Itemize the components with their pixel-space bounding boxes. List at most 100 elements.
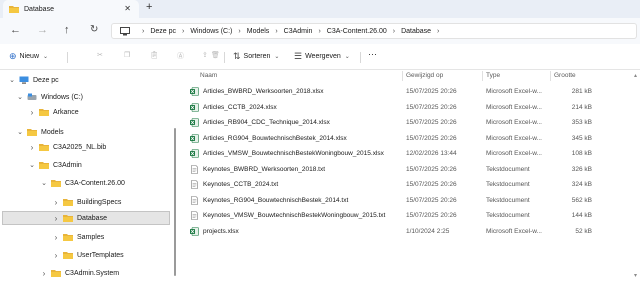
column-header-date[interactable]: Gewijzigd op: [406, 72, 443, 79]
column-header-name[interactable]: Naam: [200, 72, 217, 79]
file-type: Microsoft Excel-w...: [486, 119, 542, 126]
more-options-button[interactable]: ···: [368, 49, 377, 59]
file-row[interactable]: Articles_BWBRD_Werksoorten_2018.xlsx 15/0…: [186, 85, 626, 98]
nav-item[interactable]: › Arkance: [28, 105, 79, 119]
chevron-down-icon[interactable]: ⌄: [40, 179, 48, 187]
breadcrumb-deze-pc[interactable]: Deze pc: [150, 28, 176, 35]
new-button[interactable]: ⊕ Nieuw ⌄: [9, 51, 48, 62]
file-list-scrollbar[interactable]: [634, 74, 637, 277]
file-row[interactable]: Keynotes_RG904_BouwtechnischBestek_2014.…: [186, 194, 626, 207]
chevron-right-icon: ›: [437, 27, 440, 35]
nav-item[interactable]: › Samples: [52, 230, 105, 244]
nav-item[interactable]: › C3A2025_NL.bib: [28, 140, 107, 154]
close-icon[interactable]: ✕: [124, 4, 131, 13]
folder-icon: [27, 129, 37, 136]
chevron-down-icon[interactable]: ⌄: [8, 76, 16, 84]
view-button[interactable]: ☰ Weergeven ⌄: [294, 51, 350, 62]
nav-item[interactable]: ⌄ Deze pc: [8, 73, 59, 87]
breadcrumb-c3a-content[interactable]: C3A-Content.26.00: [327, 28, 387, 35]
column-header-size[interactable]: Grootte: [554, 72, 576, 79]
nav-item[interactable]: ⌄ C3Admin: [28, 158, 82, 172]
up-button[interactable]: ↑: [64, 24, 70, 36]
chevron-right-icon[interactable]: ›: [52, 198, 60, 207]
file-row[interactable]: Keynotes_CCTB_2024.txt 15/07/2025 20:26 Te…: [186, 178, 626, 191]
chevron-right-icon[interactable]: ›: [40, 269, 48, 278]
tab-database[interactable]: Database ✕: [3, 0, 139, 18]
nav-item[interactable]: › Database: [2, 211, 170, 225]
file-size: 345 kB: [571, 134, 592, 142]
nav-scrollbar[interactable]: [174, 128, 176, 276]
back-button[interactable]: ←: [10, 24, 21, 36]
folder-icon: [51, 180, 61, 187]
file-row[interactable]: projects.xlsx 1/10/2024 2:25 Microsoft Exc…: [186, 225, 626, 238]
breadcrumb-models[interactable]: Models: [247, 28, 270, 35]
file-row[interactable]: Keynotes_VMSW_BouwtechnischBestekWoningb…: [186, 209, 626, 222]
file-row[interactable]: Articles_CCTB_2024.xlsx 15/07/2025 20:26 M…: [186, 101, 626, 114]
chevron-down-icon[interactable]: ⌄: [16, 93, 24, 101]
file-name: Articles_RB904_CDC_Technique_2014.xlsx: [203, 119, 330, 126]
nav-item-label: C3Admin: [53, 161, 82, 169]
new-tab-button[interactable]: +: [146, 1, 152, 13]
column-header-type[interactable]: Type: [486, 72, 500, 79]
folder-icon: [39, 109, 49, 116]
chevron-right-icon[interactable]: ›: [52, 233, 60, 242]
paste-icon: 📋︎: [150, 52, 159, 59]
refresh-button[interactable]: ↻: [90, 24, 98, 35]
breadcrumb-windows[interactable]: Windows (C:): [190, 28, 232, 35]
nav-item[interactable]: › UserTemplates: [52, 248, 124, 262]
file-row[interactable]: Articles_RG904_BouwtechnischBestek_2014.…: [186, 132, 626, 145]
nav-item[interactable]: ⌄ Windows (C:): [16, 90, 83, 104]
file-modified-date: 15/07/2025 20:26: [406, 134, 457, 142]
chevron-right-icon: ›: [238, 27, 241, 35]
text-file-icon: [191, 195, 198, 205]
divider: [360, 52, 361, 63]
cut-button[interactable]: ✂: [97, 51, 103, 59]
chevron-down-icon[interactable]: ⌄: [16, 128, 24, 136]
copy-icon: ❐: [124, 52, 131, 59]
chevron-right-icon[interactable]: ›: [28, 143, 36, 152]
pc-icon: [19, 76, 29, 84]
chevron-down-icon[interactable]: ⌄: [28, 161, 36, 169]
nav-item[interactable]: › BuildingSpecs: [52, 195, 122, 209]
folder-icon: [63, 199, 73, 206]
view-list-icon: ☰: [294, 51, 303, 61]
nav-item-label: BuildingSpecs: [77, 198, 122, 206]
forward-button[interactable]: →: [37, 24, 48, 36]
nav-item-label: Database: [77, 214, 107, 222]
nav-item[interactable]: ⌄ Models: [16, 125, 64, 139]
file-row[interactable]: Articles_VMSW_BouwtechnischBestekWoningb…: [186, 147, 626, 160]
delete-button[interactable]: 🗑︎: [211, 51, 220, 59]
chevron-right-icon[interactable]: ›: [52, 251, 60, 260]
view-label: Weergeven: [305, 53, 341, 60]
text-file-icon: [191, 211, 198, 220]
file-name: Keynotes_CCTB_2024.txt: [203, 181, 279, 188]
chevron-down-icon: ⌄: [344, 54, 350, 60]
divider: [224, 52, 225, 63]
file-modified-date: 15/07/2025 20:26: [406, 165, 457, 173]
address-bar[interactable]: › Deze pc › Windows (C:) › Models › C3Ad…: [111, 23, 637, 39]
command-bar: ⊕ Nieuw ⌄ ✂ ❐ 📋︎ Ⓐ ⇪ 🗑︎ ⇅ Sorteren ⌄ ☰ W…: [0, 44, 640, 70]
breadcrumb-c3admin[interactable]: C3Admin: [284, 28, 313, 35]
chevron-right-icon[interactable]: ›: [28, 108, 36, 117]
nav-item-label: Samples: [77, 233, 105, 241]
file-size: 52 kB: [575, 227, 592, 235]
address-row: ← → ↑ ↻ › Deze pc › Windows (C:) › Model…: [0, 18, 640, 44]
folder-icon: [39, 144, 49, 151]
copy-button[interactable]: ❐: [124, 51, 130, 59]
nav-item[interactable]: ⌄ C3A-Content.26.00: [40, 176, 125, 190]
file-type: Tekstdocument: [486, 181, 530, 188]
share-button[interactable]: ⇪: [202, 51, 208, 59]
breadcrumb-database[interactable]: Database: [401, 28, 431, 35]
rename-button[interactable]: Ⓐ: [177, 51, 184, 61]
chevron-right-icon: ›: [182, 27, 185, 35]
file-row[interactable]: Keynotes_BWBRD_Werksoorten_2018.txt 15/07…: [186, 163, 626, 176]
nav-item-label: C3A2025_NL.bib: [53, 143, 107, 151]
sort-button[interactable]: ⇅ Sorteren ⌄: [233, 51, 279, 62]
paste-button[interactable]: 📋︎: [150, 51, 159, 59]
file-row[interactable]: Articles_RB904_CDC_Technique_2014.xlsx 15…: [186, 116, 626, 129]
nav-item[interactable]: › C3Admin.System: [40, 266, 119, 280]
nav-item-label: Windows (C:): [41, 93, 84, 101]
file-size: 562 kB: [571, 196, 592, 204]
chevron-right-icon[interactable]: ›: [52, 214, 60, 223]
file-name: Articles_RG904_BouwtechnischBestek_2014.…: [203, 134, 347, 142]
